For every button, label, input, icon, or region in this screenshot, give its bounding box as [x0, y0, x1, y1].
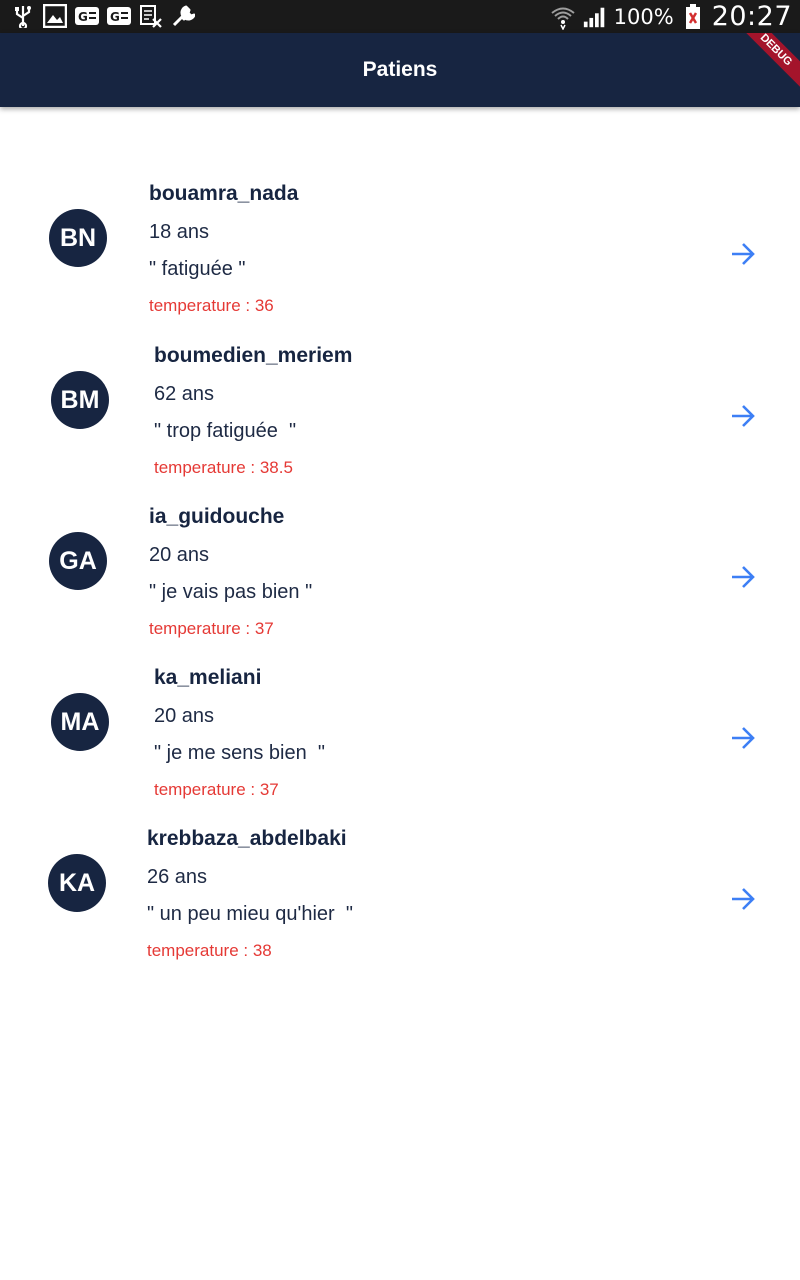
wrench-icon	[170, 3, 196, 29]
patient-row[interactable]: BN bouamra_nada 18 ans " fatiguée " temp…	[0, 182, 800, 332]
patient-name: krebbaza_abdelbaki	[147, 827, 347, 850]
app-bar: Patiens DEBUG	[0, 33, 800, 107]
sim-card-icon: G	[106, 3, 132, 29]
patient-temperature: temperature : 38.5	[154, 458, 293, 477]
patient-age: 18 ans	[149, 221, 210, 243]
patient-note: " je vais pas bien "	[149, 581, 313, 603]
patient-name: ka_meliani	[154, 666, 262, 689]
patient-row[interactable]: MA ka_meliani 20 ans " je me sens bien "…	[0, 666, 800, 816]
clock: 20:27	[711, 1, 792, 32]
arrow-forward-icon[interactable]	[729, 724, 757, 752]
avatar: KA	[48, 854, 106, 912]
sim-card-icon: G	[74, 3, 100, 29]
patient-row[interactable]: GA ia_guidouche 20 ans " je vais pas bie…	[0, 505, 800, 655]
avatar: BM	[51, 371, 109, 429]
avatar: GA	[49, 532, 107, 590]
arrow-forward-icon[interactable]	[729, 402, 757, 430]
svg-text:G: G	[78, 10, 88, 24]
battery-percent: 100%	[613, 4, 674, 29]
patient-name: bouamra_nada	[149, 182, 299, 205]
patient-note: " un peu mieu qu'hier "	[147, 903, 353, 925]
arrow-forward-icon[interactable]	[729, 885, 757, 913]
signal-icon	[582, 4, 608, 30]
patient-age: 20 ans	[149, 544, 210, 566]
arrow-forward-icon[interactable]	[729, 563, 757, 591]
patient-note: " je me sens bien "	[154, 742, 325, 764]
battery-icon	[680, 3, 706, 30]
wifi-icon	[550, 4, 576, 30]
patient-name: boumedien_meriem	[154, 344, 353, 367]
calendar-cancel-icon	[138, 3, 164, 29]
patient-temperature: temperature : 37	[149, 619, 274, 638]
patient-note: " trop fatiguée "	[154, 420, 297, 442]
patient-temperature: temperature : 37	[154, 780, 279, 799]
patient-temperature: temperature : 36	[149, 296, 274, 315]
patient-row[interactable]: KA krebbaza_abdelbaki 26 ans " un peu mi…	[0, 827, 800, 977]
usb-icon	[10, 3, 36, 29]
patient-temperature: temperature : 38	[147, 941, 272, 960]
avatar: BN	[49, 209, 107, 267]
patient-age: 62 ans	[154, 383, 215, 405]
image-icon	[42, 3, 68, 29]
patient-age: 26 ans	[147, 866, 208, 888]
arrow-forward-icon[interactable]	[729, 240, 757, 268]
notification-icons: G G	[10, 3, 196, 29]
patient-name: ia_guidouche	[149, 505, 285, 528]
svg-text:G: G	[110, 10, 120, 24]
patient-note: " fatiguée "	[149, 258, 246, 280]
patient-row[interactable]: BM boumedien_meriem 62 ans " trop fatigu…	[0, 344, 800, 494]
system-status: 100% 20:27	[550, 0, 792, 33]
page-title: Patiens	[362, 58, 438, 81]
avatar: MA	[51, 693, 109, 751]
status-bar: G G 100% 20:27	[0, 0, 800, 33]
patient-age: 20 ans	[154, 705, 215, 727]
